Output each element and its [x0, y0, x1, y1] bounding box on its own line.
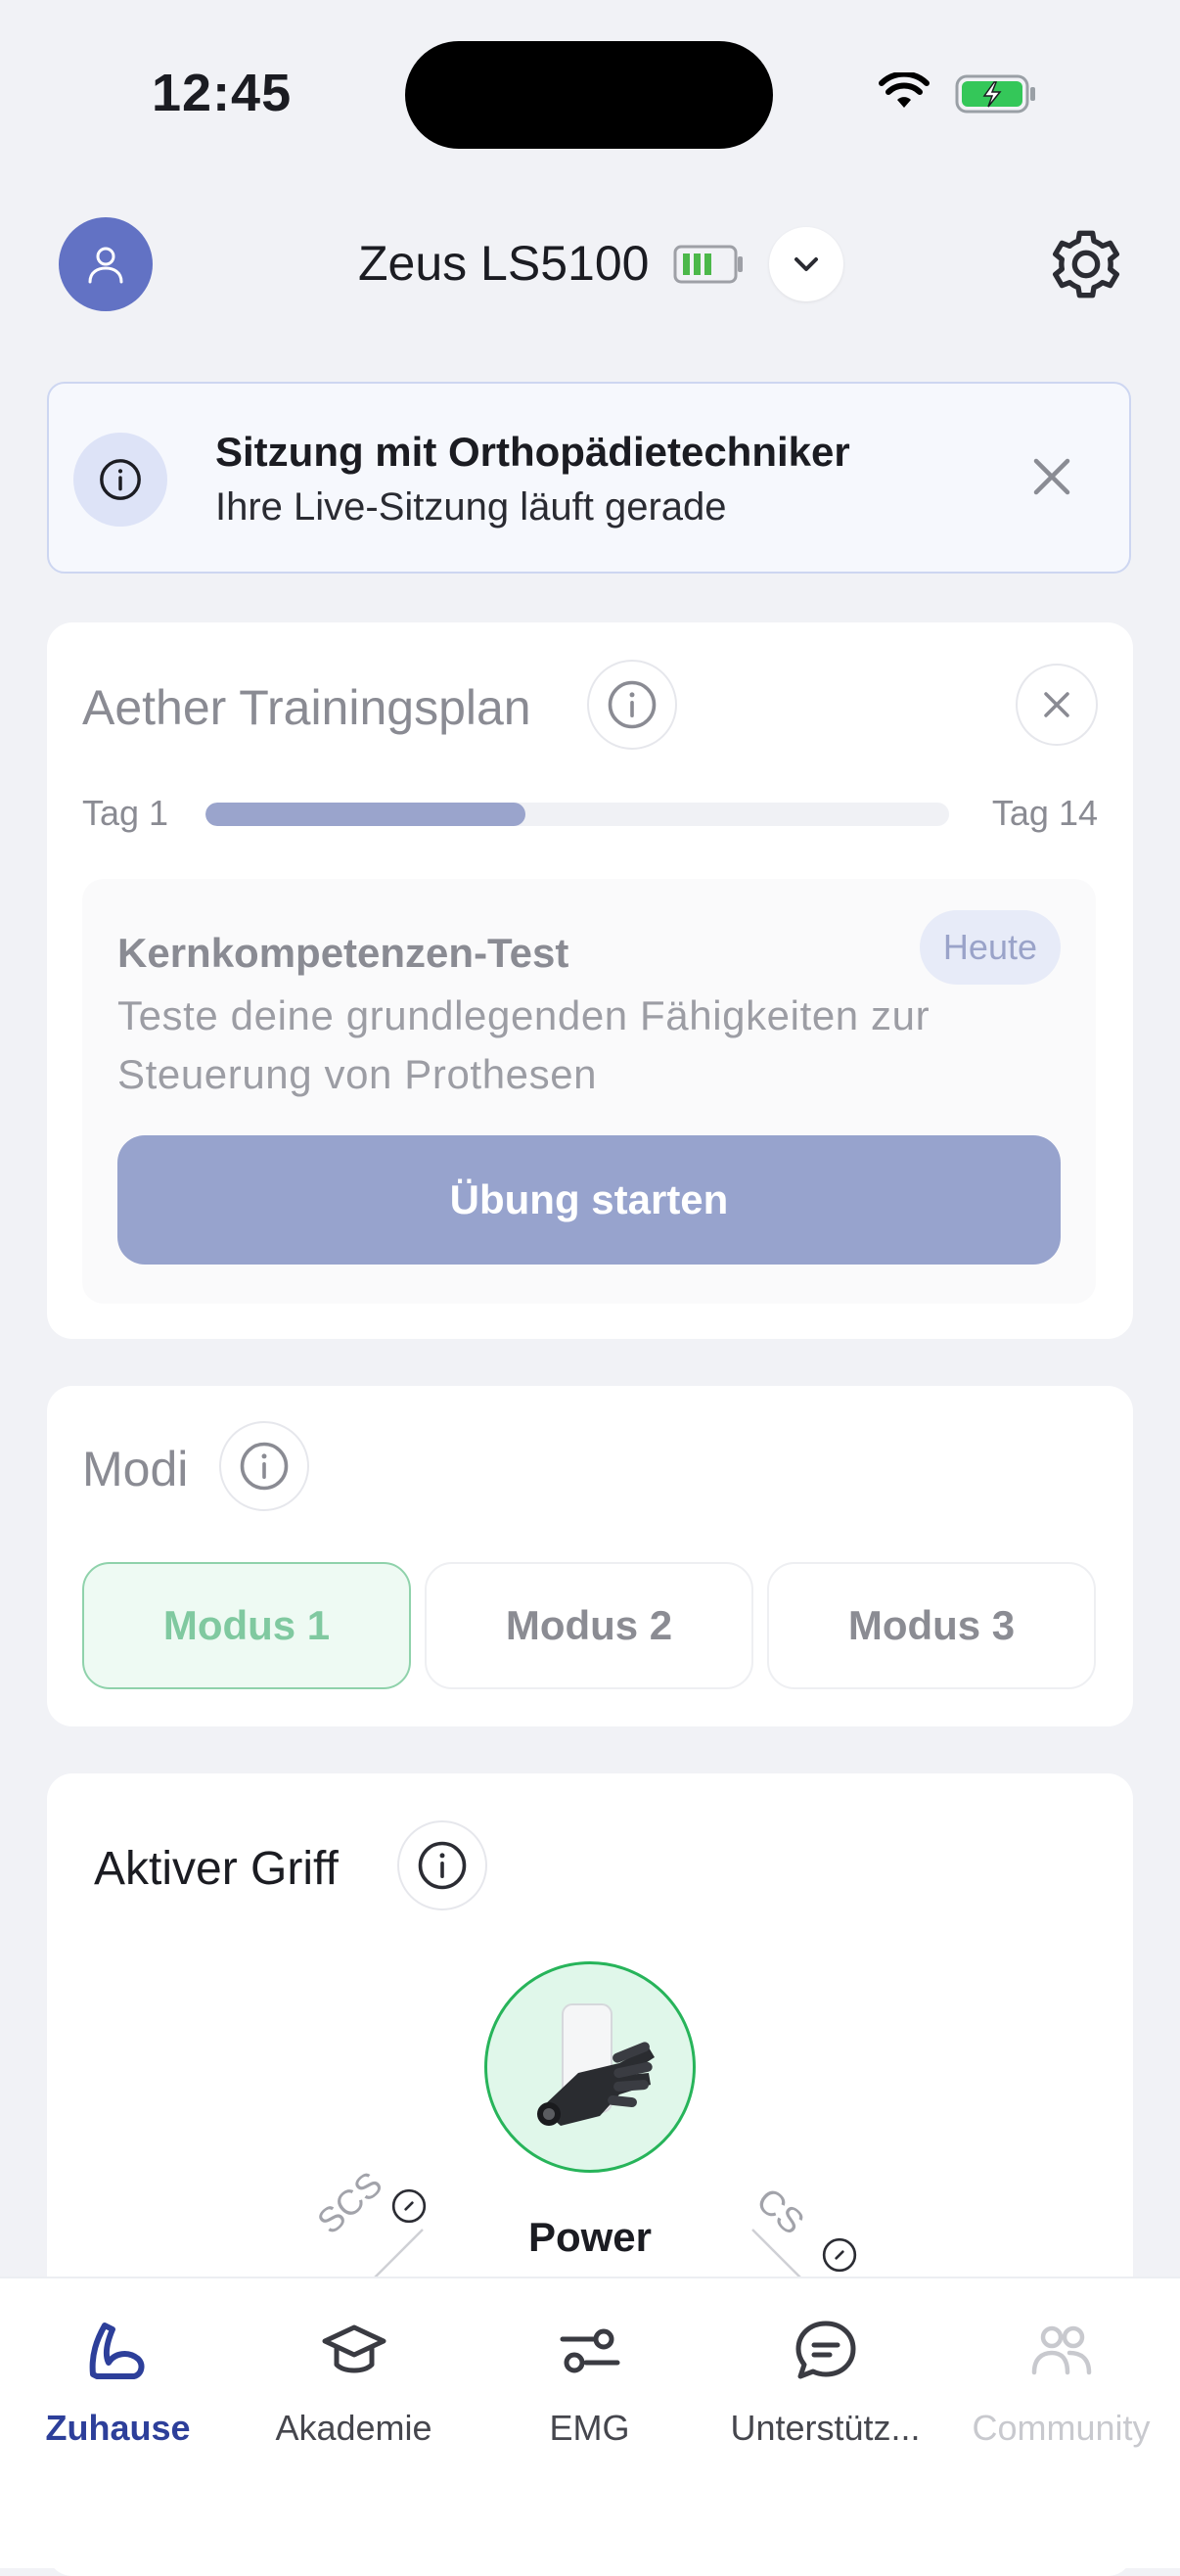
mode-1-button[interactable]: Modus 1	[82, 1562, 411, 1689]
mode-3-button[interactable]: Modus 3	[767, 1562, 1096, 1689]
tab-emg-label: EMG	[549, 2408, 630, 2448]
chat-icon	[791, 2312, 861, 2390]
modes-card: Modi Modus 1 Modus 2 Modus 3	[47, 1386, 1133, 1726]
dynamic-island	[405, 41, 773, 149]
banner-subtitle: Ihre Live-Sitzung läuft gerade	[215, 485, 727, 529]
grip-info-button[interactable]	[397, 1820, 487, 1910]
people-icon	[1026, 2312, 1097, 2390]
mode-2-button[interactable]: Modus 2	[425, 1562, 753, 1689]
tab-academy-label: Akademie	[275, 2408, 432, 2448]
training-plan-title: Aether Trainingsplan	[82, 680, 531, 735]
scs-info-icon[interactable]	[389, 2186, 429, 2226]
tab-support[interactable]: Unterstütz...	[707, 2312, 943, 2449]
tab-community-label: Community	[972, 2408, 1151, 2448]
training-progress-bar	[205, 803, 949, 826]
progress-end-label: Tag 14	[991, 793, 1098, 833]
modes-info-button[interactable]	[219, 1421, 309, 1511]
prosthetic-hand-image	[537, 2003, 655, 2126]
progress-start-label: Tag 1	[82, 793, 169, 833]
today-badge: Heute	[919, 910, 1061, 985]
tab-emg[interactable]: EMG	[472, 2312, 707, 2449]
exercise-title: Kernkompetenzen-Test	[117, 930, 569, 976]
info-icon	[608, 680, 657, 729]
close-icon	[1033, 458, 1070, 495]
arm-icon	[83, 2312, 154, 2390]
training-plan-card: Aether Trainingsplan Tag 1 Tag 14 Kernko…	[47, 622, 1133, 1339]
battery-icon	[955, 74, 1037, 118]
modes-title: Modi	[82, 1442, 189, 1496]
settings-button[interactable]	[1047, 225, 1125, 308]
device-name[interactable]: Zeus LS5100	[358, 235, 649, 292]
graduation-cap-icon	[319, 2312, 389, 2390]
status-time: 12:45	[152, 64, 293, 122]
banner-close-button[interactable]	[1027, 452, 1076, 506]
info-icon	[418, 1841, 467, 1890]
profile-avatar-button[interactable]	[59, 217, 153, 311]
power-grip-button[interactable]	[484, 1961, 696, 2173]
sliders-icon	[555, 2312, 625, 2390]
tab-community[interactable]: Community	[943, 2312, 1179, 2449]
info-icon	[240, 1442, 289, 1491]
wifi-icon	[879, 70, 930, 116]
active-grip-name: Power	[527, 2214, 653, 2260]
session-banner: Sitzung mit Orthopädietechniker Ihre Liv…	[47, 382, 1131, 574]
start-exercise-button[interactable]: Übung starten	[117, 1135, 1061, 1265]
exercise-card: Kernkompetenzen-Test Heute Teste deine g…	[82, 879, 1096, 1304]
tab-support-label: Unterstütz...	[730, 2408, 921, 2448]
info-icon	[73, 433, 167, 527]
tab-academy[interactable]: Akademie	[236, 2312, 472, 2449]
user-icon	[88, 247, 123, 284]
training-close-button[interactable]	[1016, 664, 1098, 746]
banner-title: Sitzung mit Orthopädietechniker	[215, 429, 850, 475]
tab-home-label: Zuhause	[45, 2408, 191, 2448]
device-dropdown-button[interactable]	[769, 227, 843, 301]
training-progress-fill	[205, 803, 525, 826]
device-battery-icon	[673, 243, 746, 291]
training-info-button[interactable]	[587, 660, 677, 750]
close-icon	[1044, 692, 1069, 717]
exercise-description: Teste deine grundlegenden Fähigkeiten zu…	[117, 992, 930, 1097]
chevron-down-icon	[794, 257, 818, 271]
gear-icon	[1053, 230, 1119, 299]
bottom-tab-bar: Zuhause Akademie EMG Unterstütz... Commu…	[0, 2277, 1180, 2568]
tab-home[interactable]: Zuhause	[0, 2312, 236, 2449]
active-grip-title: Aktiver Griff	[94, 1843, 339, 1895]
